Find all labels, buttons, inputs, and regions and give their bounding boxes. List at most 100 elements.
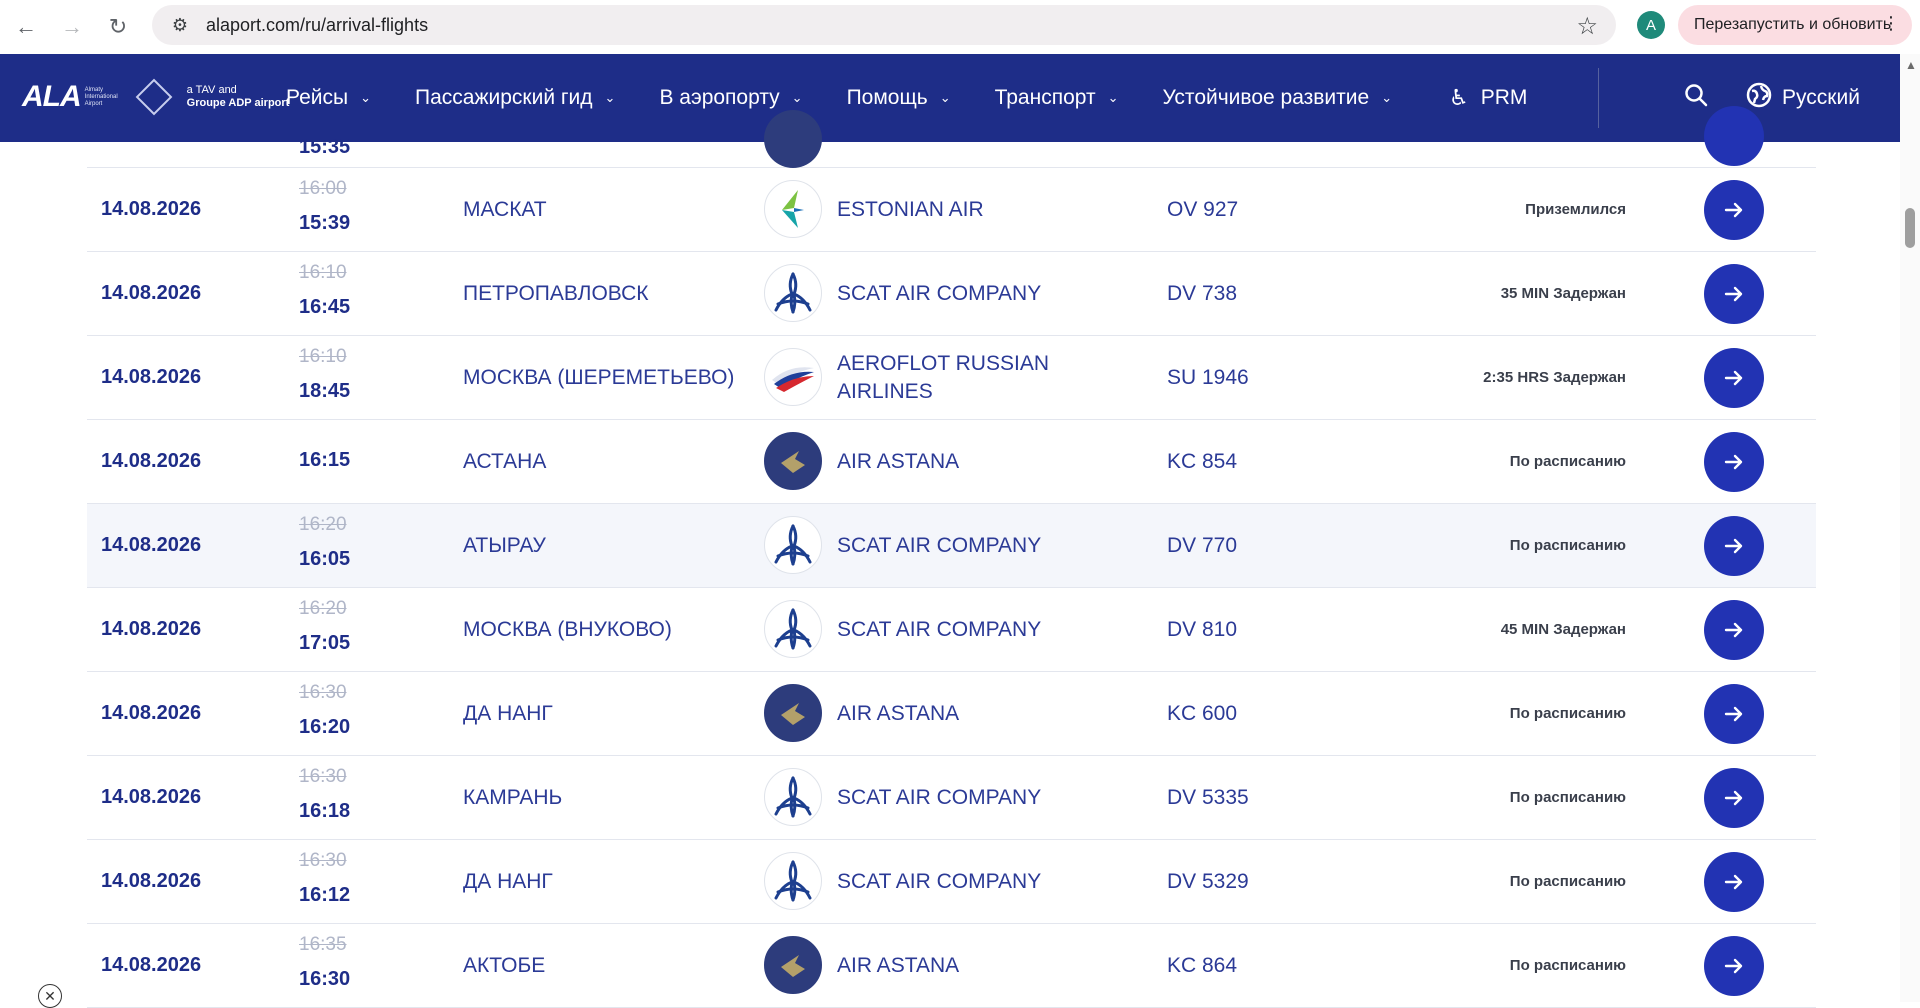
actual-time: 16:18 [299, 800, 351, 822]
main-menu: Рейсы ⌄ Пассажирский гид ⌄ В аэропорту ⌄ По… [286, 54, 1436, 142]
airline-name: SCAT AIR COMPANY [837, 533, 1042, 557]
forward-icon[interactable]: → [52, 7, 92, 47]
scheduled-time: 16:35 [299, 934, 347, 955]
arrow-right-icon [1724, 874, 1743, 890]
menu-passenger-guide[interactable]: Пассажирский гид ⌄ [415, 86, 615, 110]
flight-status: По расписанию [1509, 957, 1626, 974]
flight-date: 14.08.2026 [101, 870, 202, 892]
origin-city: ДА НАНГ [463, 869, 553, 893]
airline-name: AIR ASTANA [837, 953, 960, 977]
table-row[interactable]: 14.08.2026 16:30 16:20 ДА НАНГ AIR ASTANA KC … [87, 672, 1816, 756]
header-divider [1598, 68, 1599, 128]
details-button[interactable] [1704, 348, 1764, 408]
actual-time: 15:35 [299, 136, 351, 158]
arrow-right-icon [1724, 370, 1743, 386]
flight-times: 16:00 15:39 [299, 168, 379, 251]
bookmark-star-icon[interactable]: ☆ [1576, 12, 1598, 41]
flight-number: SU 1946 [1167, 365, 1249, 389]
airline-logo [764, 110, 822, 168]
details-button[interactable] [1704, 852, 1764, 912]
arrow-right-icon [1724, 538, 1743, 554]
details-button[interactable] [1704, 180, 1764, 240]
flight-times: 16:15 [299, 420, 379, 503]
scat-logo-icon [764, 852, 822, 910]
table-row[interactable]: 14.08.2026 16:10 16:45 ПЕТРОПАВЛОВСК SCAT AI… [87, 252, 1816, 336]
flight-status: По расписанию [1509, 705, 1626, 722]
chevron-down-icon: ⌄ [604, 90, 616, 105]
airline-name: SCAT AIR COMPANY [837, 869, 1042, 893]
more-menu-icon[interactable]: ⋮ [1882, 13, 1900, 34]
details-button[interactable] [1704, 600, 1764, 660]
flight-times: 16:30 16:18 [299, 756, 379, 839]
menu-at-airport[interactable]: В аэропорту ⌄ [659, 86, 802, 110]
flight-number: DV 770 [1167, 533, 1238, 557]
site-header: ALA Almaty International Airport a TAV a… [0, 54, 1900, 142]
table-row[interactable]: 14.08.2026 16:20 16:05 АТЫРАУ SCAT AIR COMPA… [87, 504, 1816, 588]
table-row[interactable]: 14.08.2026 16:35 16:30 АКТОБЕ AIR ASTANA KC 8… [87, 924, 1816, 1008]
origin-city: МАСКАТ [463, 197, 547, 221]
relaunch-button[interactable]: Перезапустить и обновить ⋮ [1678, 5, 1912, 45]
logo-text: ALA [22, 80, 82, 113]
arrivals-table: 15:35 14.08.2026 16:00 15:39 МАСКАТ ESTONIAN… [87, 106, 1816, 1008]
scheduled-time: 16:00 [299, 178, 347, 199]
details-button[interactable] [1704, 432, 1764, 492]
prm-link[interactable]: ♿ PRM [1449, 54, 1527, 142]
table-row[interactable]: 14.08.2026 16:10 18:45 МОСКВА (ШЕРЕМЕТЬЕВО)… [87, 336, 1816, 420]
airport-logo[interactable]: ALA Almaty International Airport a TAV a… [22, 78, 289, 116]
back-icon[interactable]: ← [6, 7, 46, 47]
menu-help[interactable]: Помощь ⌄ [847, 86, 951, 110]
airline-name: SCAT AIR COMPANY [837, 617, 1042, 641]
details-button[interactable] [1704, 106, 1764, 166]
flight-times: 16:10 18:45 [299, 336, 379, 419]
menu-sustainability[interactable]: Устойчивое развитие ⌄ [1163, 86, 1393, 110]
address-bar[interactable]: ⚙ alaport.com/ru/arrival-flights ☆ [152, 5, 1616, 45]
origin-city: МОСКВА (ВНУКОВО) [463, 617, 672, 641]
menu-transport[interactable]: Транспорт ⌄ [995, 86, 1119, 110]
flight-times: 16:30 16:12 [299, 840, 379, 923]
search-icon[interactable] [1683, 82, 1709, 115]
actual-time: 17:05 [299, 632, 351, 654]
origin-city: АКТОБЕ [463, 953, 546, 977]
table-row[interactable]: 14.08.2026 16:15 АСТАНА AIR ASTANA KC 854 По … [87, 420, 1816, 504]
actual-time: 16:15 [299, 449, 351, 471]
actual-time: 15:39 [299, 212, 351, 234]
close-icon[interactable]: ✕ [38, 984, 62, 1008]
origin-city: ПЕТРОПАВЛОВСК [463, 281, 649, 305]
aeroflot-logo-icon [764, 348, 822, 406]
scroll-up-icon[interactable]: ▲ [1905, 58, 1917, 72]
chevron-down-icon: ⌄ [1107, 90, 1119, 105]
flight-status: 2:35 HRS Задержан [1483, 369, 1626, 386]
chevron-down-icon: ⌄ [791, 90, 803, 105]
flight-times: 16:20 16:05 [299, 504, 379, 587]
menu-flights[interactable]: Рейсы ⌄ [286, 86, 371, 110]
flight-number: KC 600 [1167, 701, 1238, 725]
table-row-partial[interactable]: 15:35 [87, 106, 1816, 168]
page-scrollbar[interactable] [1900, 54, 1920, 1002]
details-button[interactable] [1704, 936, 1764, 996]
details-button[interactable] [1704, 768, 1764, 828]
logo-subtitle: Almaty International Airport [84, 86, 118, 107]
reload-icon[interactable]: ↻ [98, 7, 138, 47]
flight-number: KC 864 [1167, 953, 1238, 977]
url-text[interactable]: alaport.com/ru/arrival-flights [206, 15, 428, 36]
flight-date: 14.08.2026 [101, 282, 202, 304]
flight-number: DV 738 [1167, 281, 1238, 305]
scheduled-time: 16:30 [299, 682, 347, 703]
details-button[interactable] [1704, 684, 1764, 744]
flight-date: 14.08.2026 [101, 534, 202, 556]
table-row[interactable]: 14.08.2026 16:30 16:12 ДА НАНГ SCAT AIR COMP… [87, 840, 1816, 924]
flight-times: 16:20 17:05 [299, 588, 379, 671]
chevron-down-icon: ⌄ [939, 90, 951, 105]
actual-time: 18:45 [299, 380, 351, 402]
actual-time: 16:05 [299, 548, 351, 570]
arrow-right-icon [1724, 202, 1743, 218]
table-row[interactable]: 14.08.2026 16:20 17:05 МОСКВА (ВНУКОВО) SCAT… [87, 588, 1816, 672]
details-button[interactable] [1704, 264, 1764, 324]
table-row[interactable]: 14.08.2026 16:00 15:39 МАСКАТ ESTONIAN AIR OV… [87, 168, 1816, 252]
scrollbar-thumb[interactable] [1905, 208, 1915, 248]
table-row[interactable]: 14.08.2026 16:30 16:18 КАМРАНЬ SCAT AIR COMP… [87, 756, 1816, 840]
flight-number: DV 810 [1167, 617, 1238, 641]
site-info-icon[interactable]: ⚙ [162, 15, 198, 36]
profile-avatar[interactable]: A [1637, 11, 1665, 39]
details-button[interactable] [1704, 516, 1764, 576]
